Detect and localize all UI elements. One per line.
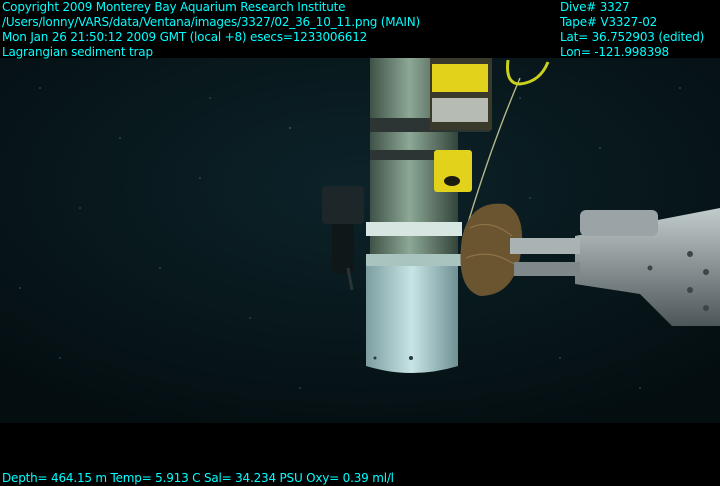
image-path-text: /Users/lonny/VARS/data/Ventana/images/33… bbox=[2, 15, 421, 29]
annotation-concept-text: Lagrangian sediment trap bbox=[2, 45, 153, 59]
trap-lower-band bbox=[366, 254, 462, 266]
tape-number-text: Tape# V3327-02 bbox=[560, 15, 658, 29]
manipulator-jaw-upper bbox=[510, 238, 580, 254]
timestamp-text: Mon Jan 26 21:50:12 2009 GMT (local +8) … bbox=[2, 30, 368, 44]
copyright-text: Copyright 2009 Monterey Bay Aquarium Res… bbox=[2, 0, 346, 14]
dive-number-text: Dive# 3327 bbox=[560, 0, 630, 14]
ctd-readout: Depth= 464.15 m Temp= 5.913 C Sal= 34.23… bbox=[2, 471, 394, 485]
side-instrument-mount bbox=[332, 224, 354, 274]
yellow-float-label-panel bbox=[432, 64, 488, 92]
side-instrument-housing bbox=[322, 186, 364, 224]
manipulator-jaw-lower bbox=[514, 262, 580, 276]
float-port bbox=[444, 176, 460, 186]
underwater-scene bbox=[0, 58, 720, 423]
manipulator-wrist bbox=[580, 210, 658, 236]
base-bolt bbox=[373, 356, 377, 360]
longitude-text: Lon= -121.998398 bbox=[560, 45, 669, 59]
latitude-text: Lat= 36.752903 (edited) bbox=[560, 30, 705, 44]
base-drain-hole bbox=[409, 356, 413, 360]
video-frame: Copyright 2009 Monterey Bay Aquarium Res… bbox=[0, 0, 720, 486]
overlay-header-left: Copyright 2009 Monterey Bay Aquarium Res… bbox=[2, 0, 420, 60]
trap-white-band bbox=[366, 222, 462, 236]
float-clamp bbox=[432, 98, 488, 122]
overlay-header-right: Dive# 3327 Tape# V3327-02 Lat= 36.752903… bbox=[560, 0, 704, 60]
